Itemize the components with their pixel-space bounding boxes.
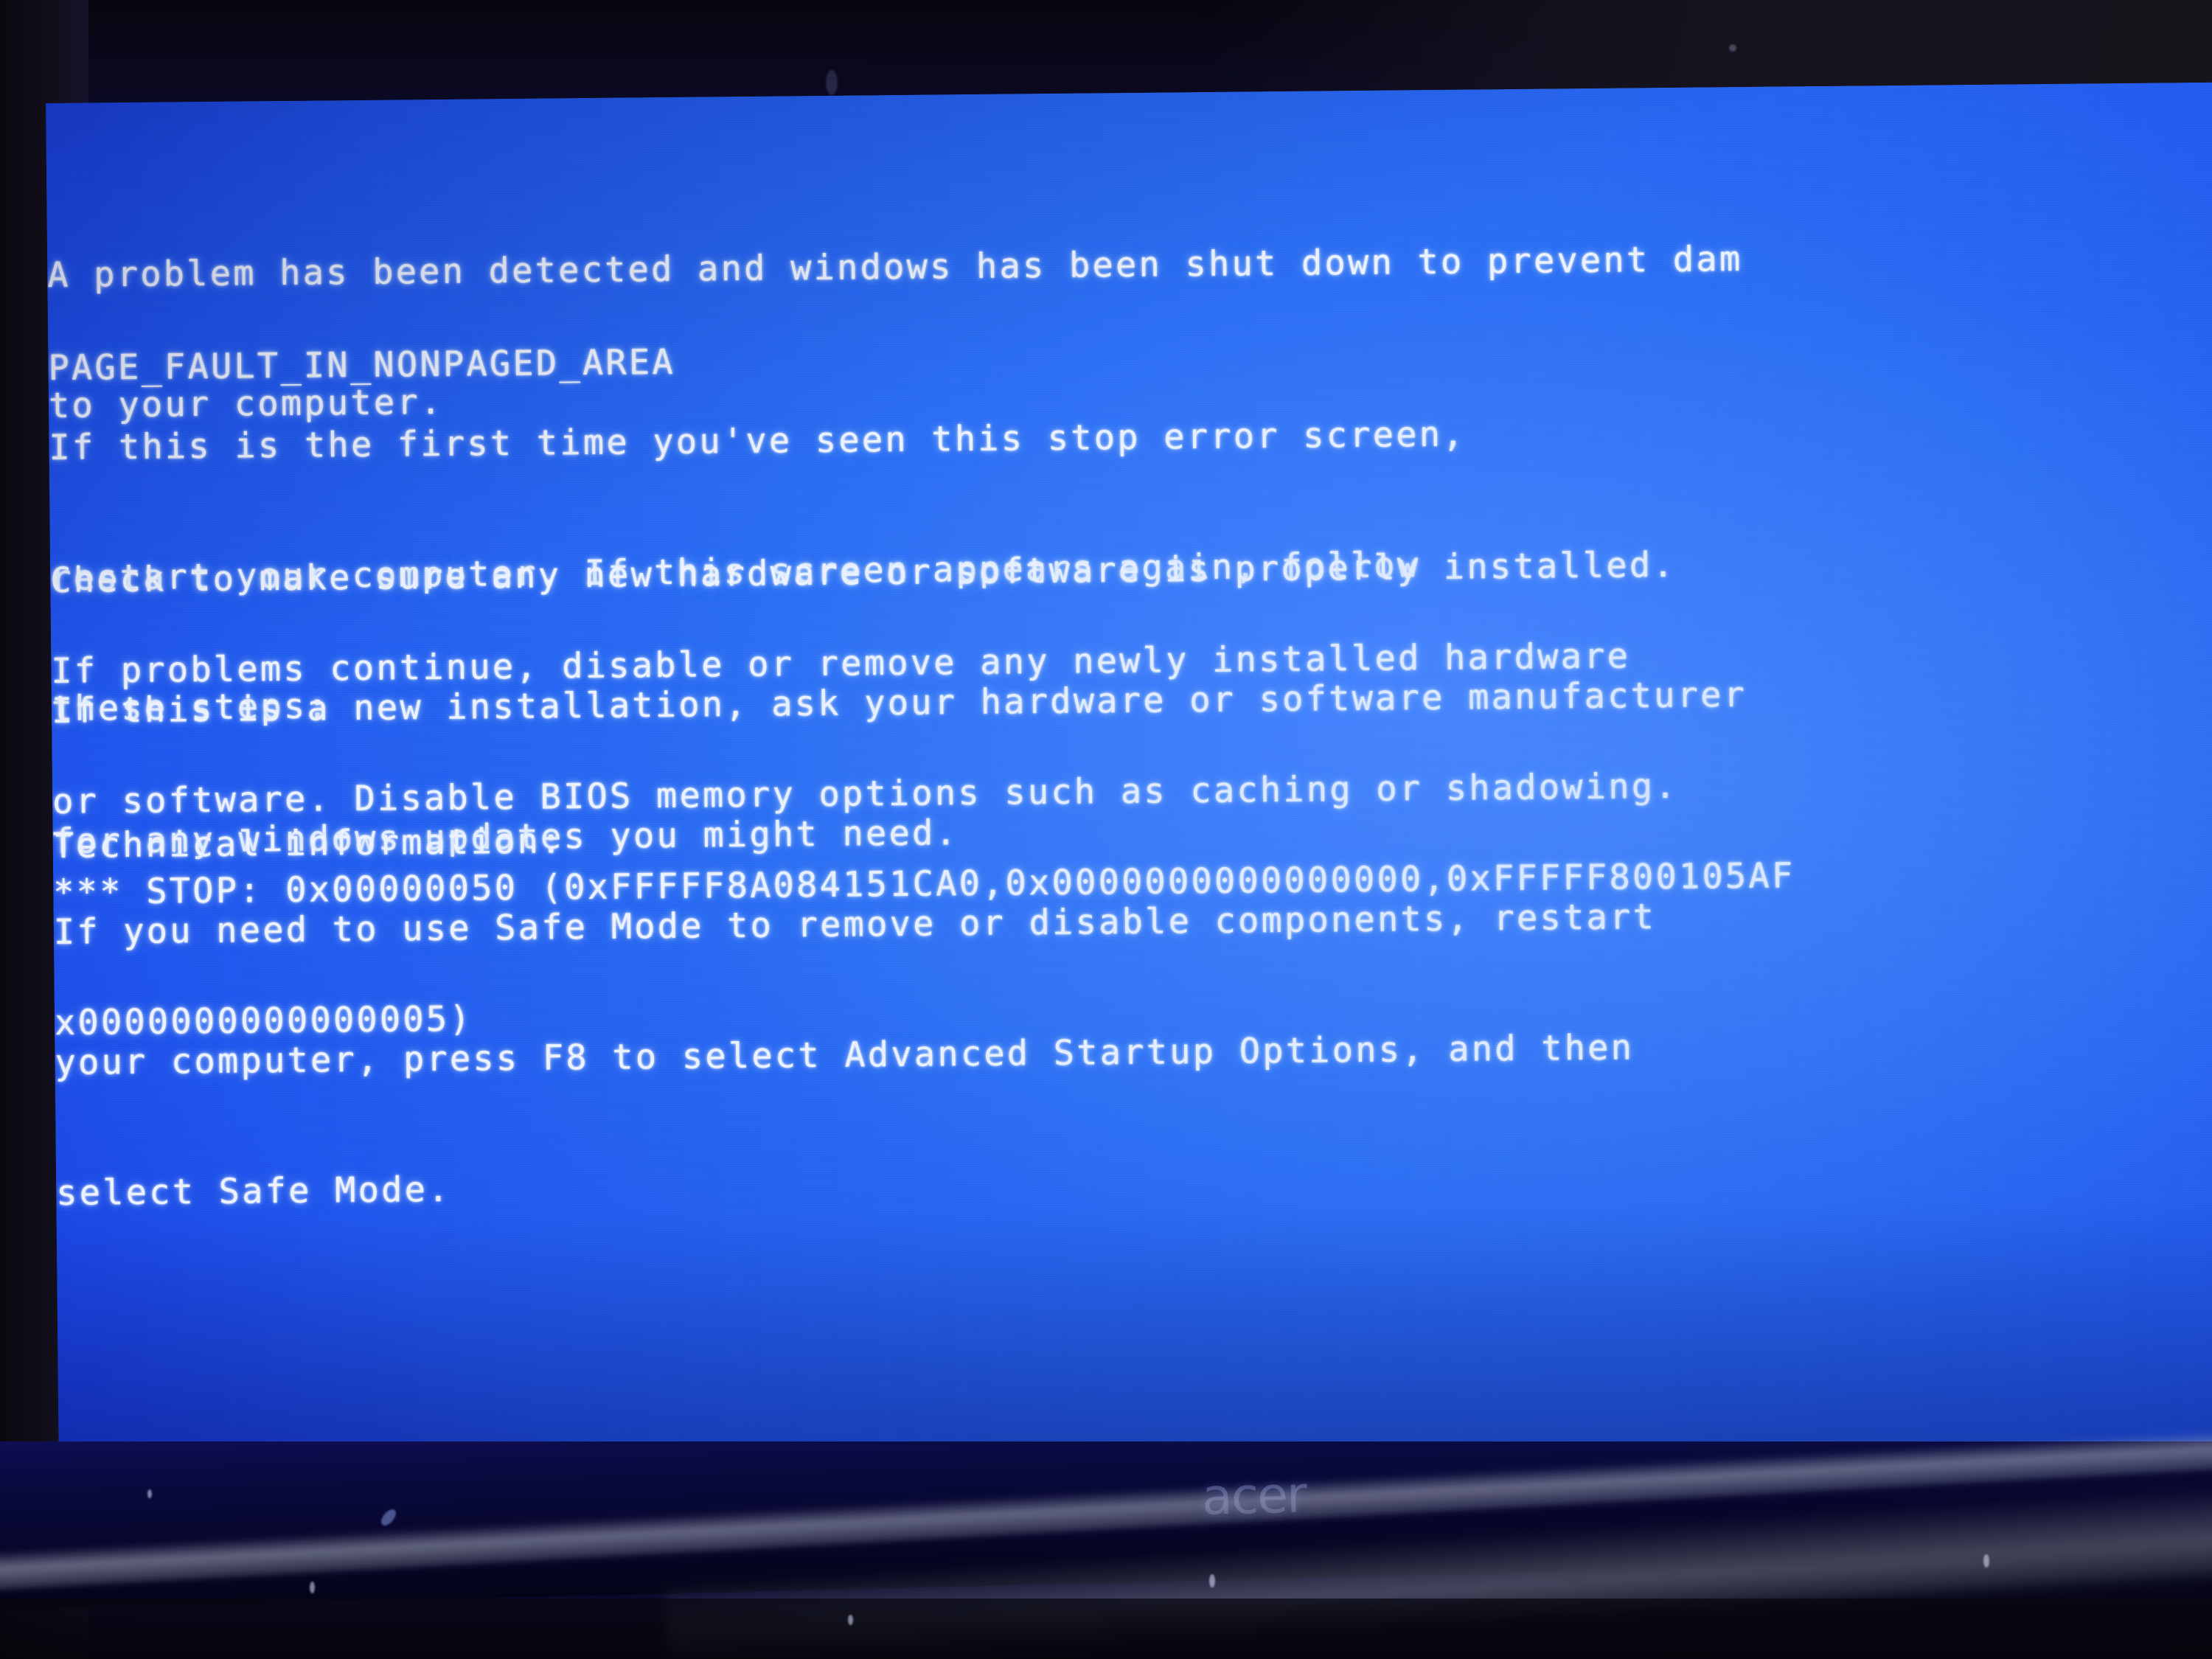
bezel-smudge (826, 70, 838, 95)
bsod-problems-continue-line-5: select Safe Mode. (55, 1169, 451, 1214)
laptop-screen: A problem has been detected and windows … (46, 82, 2212, 1464)
bsod-stop-line-block: *** STOP: 0x00000050 (0xFFFFF8A084151CA0… (52, 767, 1798, 1132)
dust-speck (310, 1582, 315, 1593)
dust-speck (848, 1615, 853, 1625)
dust-speck (1209, 1574, 1215, 1587)
bsod-problems-continue-line-1: If problems continue, disable or remove … (51, 636, 1631, 692)
bsod-stop-line-2: x0000000000000005) (54, 998, 473, 1043)
keyboard-deck-shadow (0, 1599, 2212, 1659)
dust-speck (147, 1489, 152, 1498)
dust-speck (1729, 44, 1736, 52)
bsod-stop-line-1: *** STOP: 0x00000050 (0xFFFFF8A084151CA0… (53, 855, 1795, 913)
bsod-text-area: A problem has been detected and windows … (46, 82, 2212, 1464)
laptop-photo: A problem has been detected and windows … (0, 0, 2212, 1659)
dust-speck (1983, 1554, 1989, 1568)
